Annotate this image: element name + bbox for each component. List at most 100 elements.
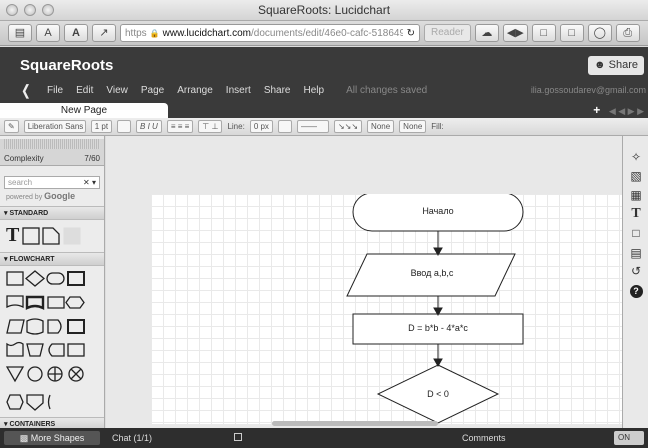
input-text[interactable]: Ввод a,b,c xyxy=(347,268,517,278)
decision-text[interactable]: D < 0 xyxy=(398,389,478,399)
menu-arrange[interactable]: Arrange xyxy=(177,85,213,96)
document-title[interactable]: SquareRoots xyxy=(20,57,113,74)
zoom-window-button[interactable] xyxy=(42,4,54,16)
font-size-select[interactable]: 1 pt xyxy=(90,120,113,133)
chat-popout-icon[interactable] xyxy=(234,433,242,441)
user-email[interactable]: ilia.gossoudarev@gmail.com xyxy=(531,85,646,95)
arrowhead-3 xyxy=(433,358,443,368)
line-style-select[interactable]: —— xyxy=(296,120,329,133)
history-icon[interactable]: ◯ xyxy=(587,24,612,42)
flowchart-shape-icons-extra[interactable] xyxy=(6,392,105,414)
shape-search-input[interactable]: search ✕ ▾ xyxy=(4,176,100,189)
line-width-select[interactable]: 0 px xyxy=(249,120,273,133)
app-header: SquareRoots ☻ Share ❬ File Edit View Pag… xyxy=(0,47,648,103)
clear-search-icon[interactable]: ✕ ▾ xyxy=(83,177,96,188)
tab-new-page[interactable]: New Page xyxy=(0,103,168,118)
window-titlebar: SquareRoots: Lucidchart xyxy=(0,0,648,21)
text-color-swatch[interactable] xyxy=(117,120,132,133)
print-icon[interactable]: ⎙ xyxy=(615,24,640,42)
window-controls xyxy=(6,4,54,16)
back-forward-icon[interactable]: ◀▶ xyxy=(502,24,528,42)
section-flowchart-label: FLOWCHART xyxy=(9,256,55,263)
align-buttons[interactable]: ≡ ≡ ≡ xyxy=(166,120,194,133)
bookmarks-icon[interactable]: □ xyxy=(531,24,556,42)
close-window-button[interactable] xyxy=(6,4,18,16)
complexity-label: Complexity xyxy=(4,154,44,163)
back-to-documents-icon[interactable]: ❬ xyxy=(20,82,34,99)
arrange-icon[interactable]: ▦ xyxy=(623,188,648,202)
minimize-window-button[interactable] xyxy=(24,4,36,16)
section-flowchart[interactable]: ▾ FLOWCHART xyxy=(0,252,104,266)
theme-icon[interactable]: ✎ xyxy=(4,120,19,133)
user-icon: ☻ xyxy=(594,59,606,71)
status-bar: ▩ More Shapes Chat (1/1) Comments ON xyxy=(0,428,648,448)
add-page-icon[interactable]: + xyxy=(593,103,600,117)
share-button[interactable]: ☻ Share xyxy=(588,56,644,75)
menu-edit[interactable]: Edit xyxy=(76,85,93,96)
text-tool-icon[interactable]: T xyxy=(623,206,648,222)
menu-page[interactable]: Page xyxy=(141,85,164,96)
arrow-end-select[interactable]: None xyxy=(399,120,427,133)
image-icon[interactable]: ▤ xyxy=(623,246,648,260)
complexity-value: 7/60 xyxy=(84,154,100,163)
arrow-start-select[interactable]: None xyxy=(367,120,395,133)
text-larger-icon[interactable]: A xyxy=(64,24,88,42)
chat-tab[interactable]: Chat (1/1) xyxy=(112,431,152,445)
save-status: All changes saved xyxy=(346,84,428,96)
standard-shape-icons[interactable] xyxy=(22,226,88,245)
section-containers[interactable]: ▾ CONTAINERS xyxy=(0,417,104,428)
menu-file[interactable]: File xyxy=(47,85,63,96)
section-containers-label: CONTAINERS xyxy=(9,421,56,428)
complexity-meter: Complexity 7/60 xyxy=(0,139,104,166)
page-tabs: New Page + ◀ ◀ ▶ ▶ xyxy=(0,103,648,118)
url-field[interactable]: https 🔒 www.lucidchart.com /documents/ed… xyxy=(120,24,420,42)
cloud-icon[interactable]: ☁ xyxy=(474,24,499,42)
share-page-icon[interactable]: ↗ xyxy=(92,24,116,42)
text-style-buttons[interactable]: B I U xyxy=(136,120,162,133)
reader-button[interactable]: Reader xyxy=(424,24,471,42)
page-icon[interactable]: □ xyxy=(623,226,648,240)
google-logo: Google xyxy=(44,191,76,201)
page-settings-icon[interactable]: ▧ xyxy=(623,169,648,183)
tab-controls: + ◀ ◀ ▶ ▶ xyxy=(593,103,644,119)
share-label: Share xyxy=(608,59,638,71)
comments-tab[interactable]: Comments xyxy=(462,431,506,445)
menu-view[interactable]: View xyxy=(106,85,128,96)
right-toolbar: ✧ ▧ ▦ T □ ▤ ↺ ? xyxy=(622,136,648,428)
section-standard[interactable]: ▾ STANDARD xyxy=(0,206,104,220)
flowchart-diagram xyxy=(346,194,524,424)
canvas-page[interactable]: Начало Ввод a,b,c D = b*b - 4*a*c D < 0 xyxy=(151,194,622,424)
more-shapes-label: More Shapes xyxy=(30,433,85,443)
lock-icon: 🔒 xyxy=(149,28,160,38)
tab-nav-icon[interactable]: ◀ ◀ ▶ ▶ xyxy=(609,106,644,116)
powered-by: powered by Google xyxy=(6,191,104,201)
history-icon[interactable]: ↺ xyxy=(623,264,648,278)
format-toolbar: ✎ Liberation Sans 1 pt B I U ≡ ≡ ≡ ⊤ ⊥ L… xyxy=(0,118,648,136)
valign-buttons[interactable]: ⊤ ⊥ xyxy=(198,120,223,133)
more-shapes-button[interactable]: ▩ More Shapes xyxy=(4,431,100,445)
text-smaller-icon[interactable]: A xyxy=(36,24,60,42)
flowchart-shape-icons[interactable] xyxy=(5,269,105,389)
window-title: SquareRoots: Lucidchart xyxy=(257,3,391,17)
line-color-swatch[interactable] xyxy=(277,120,292,133)
properties-icon[interactable]: ✧ xyxy=(623,150,648,164)
shapes-icon: ▩ xyxy=(19,433,29,443)
canvas-area[interactable]: Начало Ввод a,b,c D = b*b - 4*a*c D < 0 xyxy=(106,136,622,428)
canvas-horizontal-scrollbar[interactable] xyxy=(272,421,438,426)
menu-insert[interactable]: Insert xyxy=(226,85,251,96)
start-terminator-text[interactable]: Начало xyxy=(353,206,523,216)
sidebar-toggle-icon[interactable]: ▤ xyxy=(8,24,32,42)
help-icon[interactable]: ? xyxy=(623,283,648,298)
shape-library-panel: Complexity 7/60 search ✕ ▾ powered by Go… xyxy=(0,136,105,428)
menu-help[interactable]: Help xyxy=(304,85,325,96)
comments-toggle[interactable]: ON xyxy=(614,431,644,445)
url-path: /documents/edit/46e0-cafc-518649c3-a2e. xyxy=(251,27,403,39)
process-text[interactable]: D = b*b - 4*a*c xyxy=(353,323,523,333)
menu-share[interactable]: Share xyxy=(264,85,291,96)
reload-icon[interactable]: ↻ xyxy=(407,28,415,39)
font-select[interactable]: Liberation Sans xyxy=(23,120,86,133)
standard-shapes: T xyxy=(0,220,104,247)
text-shape-icon[interactable]: T xyxy=(6,224,19,247)
reading-list-icon[interactable]: □ xyxy=(559,24,584,42)
connector-style-buttons[interactable]: ↘↘↘ xyxy=(333,120,363,133)
